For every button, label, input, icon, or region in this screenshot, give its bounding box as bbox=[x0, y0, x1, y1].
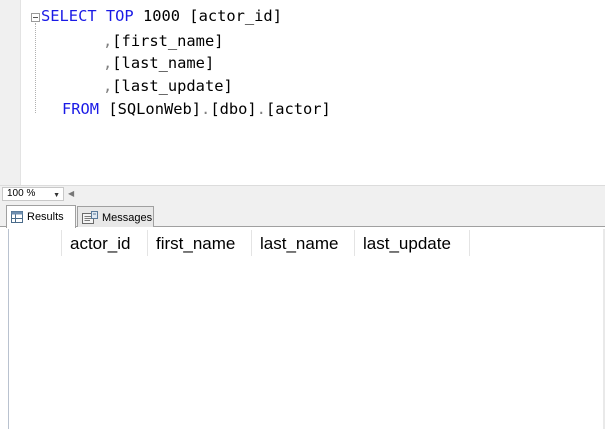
horizontal-scrollbar[interactable] bbox=[80, 188, 600, 200]
comma: , bbox=[103, 77, 113, 95]
column-header-actor-id[interactable]: actor_id bbox=[62, 230, 148, 256]
previous-line-fragment bbox=[30, 0, 370, 1]
code-line-last-update: ,[last_update] bbox=[103, 75, 233, 97]
column-last-name: [last_name] bbox=[112, 54, 215, 72]
tab-messages-label: Messages bbox=[102, 211, 153, 224]
collapse-region-icon[interactable] bbox=[31, 13, 40, 22]
dot-separator: . bbox=[256, 100, 266, 118]
grid-border bbox=[8, 229, 9, 429]
schema-name: [dbo] bbox=[210, 100, 257, 118]
comma: , bbox=[103, 54, 113, 72]
code-line-first-name: ,[first_name] bbox=[103, 30, 223, 52]
zoom-value: 100 % bbox=[7, 188, 36, 199]
editor-gutter bbox=[0, 0, 21, 185]
column-header-last-update[interactable]: last_update bbox=[355, 230, 470, 256]
messages-icon bbox=[82, 210, 98, 224]
table-name: [actor] bbox=[265, 100, 331, 118]
results-grid[interactable]: actor_id first_name last_name last_updat… bbox=[0, 227, 605, 429]
column-first-name: [first_name] bbox=[112, 32, 224, 50]
keyword-select: SELECT bbox=[41, 7, 97, 25]
keyword-from: FROM bbox=[62, 100, 100, 118]
tab-results-label: Results bbox=[27, 211, 64, 223]
select-rest: 1000 [actor_id] bbox=[133, 7, 282, 25]
code-line-last-name: ,[last_name] bbox=[103, 52, 214, 74]
scroll-left-icon[interactable]: ◀ bbox=[68, 189, 74, 199]
column-header-last-name[interactable]: last_name bbox=[252, 230, 355, 256]
zoom-bar: 100 % ▼ ◀ bbox=[0, 185, 605, 202]
zoom-dropdown[interactable]: 100 % ▼ bbox=[2, 187, 64, 201]
fold-guide bbox=[35, 23, 36, 113]
comma: , bbox=[103, 32, 113, 50]
column-header-first-name[interactable]: first_name bbox=[148, 230, 252, 256]
query-editor[interactable]: SELECT TOP 1000 [actor_id] ,[first_name]… bbox=[0, 0, 605, 185]
dot-separator: . bbox=[201, 100, 211, 118]
grid-icon bbox=[11, 211, 23, 223]
tab-messages[interactable]: Messages bbox=[77, 206, 154, 228]
tab-results[interactable]: Results bbox=[6, 205, 76, 228]
grid-header-row: actor_id first_name last_name last_updat… bbox=[9, 230, 470, 256]
database-name: [SQLonWeb] bbox=[108, 100, 202, 118]
chevron-down-icon: ▼ bbox=[53, 192, 60, 199]
results-tab-bar: Results Messages bbox=[0, 202, 605, 228]
keyword-top: TOP bbox=[105, 7, 134, 25]
code-line-from: FROM [SQLonWeb].[dbo].[actor] bbox=[62, 98, 331, 120]
code-line-select: SELECT TOP 1000 [actor_id] bbox=[41, 5, 282, 27]
column-last-update: [last_update] bbox=[112, 77, 233, 95]
row-selector-header[interactable] bbox=[9, 230, 62, 256]
